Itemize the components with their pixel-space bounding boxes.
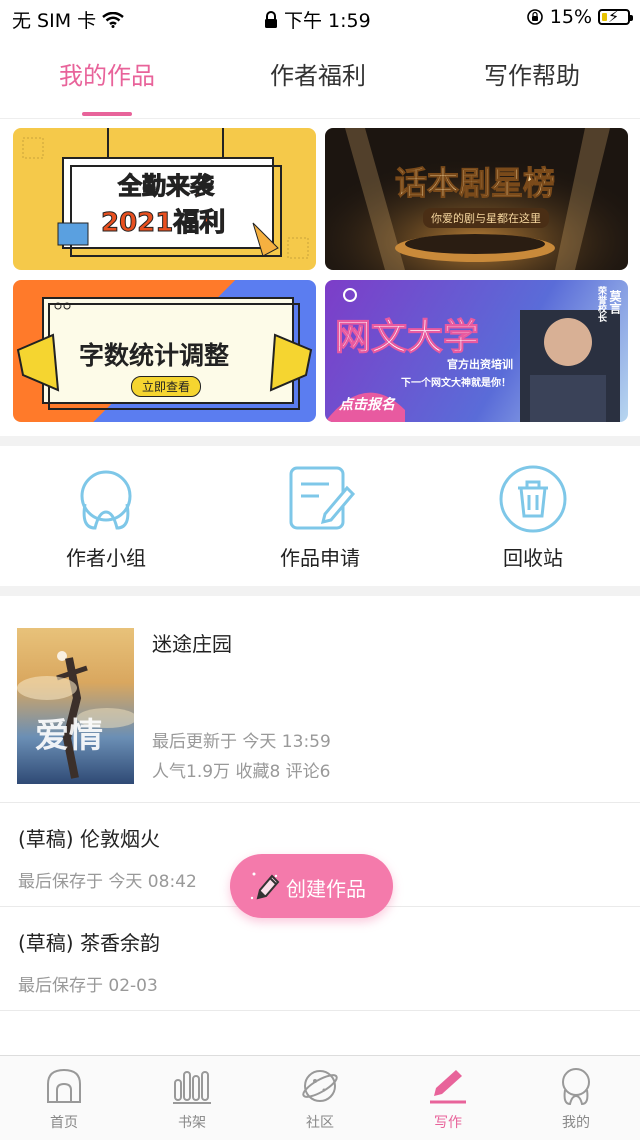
quick-recycle-bin[interactable]: 回收站 [463, 464, 603, 571]
banner-attendance[interactable]: 全勤来袭 2021福利 [13, 128, 316, 270]
work-cover-image: 爱情 [17, 628, 134, 784]
draft-saved-time: 最后保存于 02-03 [18, 976, 158, 996]
section-separator [0, 586, 640, 596]
orientation-lock-icon [526, 9, 543, 25]
banner-attendance-line2: 2021福利 [100, 208, 226, 239]
create-work-label: 创建作品 [286, 877, 366, 901]
draft-saved-time: 最后保存于 今天 08:42 [18, 872, 197, 892]
nav-bookshelf[interactable]: 书架 [128, 1066, 256, 1132]
work-updated: 最后更新于 今天 13:59 [152, 732, 331, 752]
status-bar: 无 SIM 卡 下午 1:59 15% ⚡ [0, 0, 640, 36]
nav-home-label: 首页 [50, 1115, 78, 1131]
nav-profile[interactable]: 我的 [512, 1066, 640, 1132]
home-icon [47, 1068, 81, 1103]
work-item[interactable]: 爱情 迷途庄园 最后更新于 今天 13:59 人气1.9万 收藏8 评论6 [0, 596, 640, 803]
banner-univ-sub1: 官方出资培训 [447, 358, 513, 371]
nav-home[interactable]: 首页 [0, 1066, 128, 1132]
top-tabs: 我的作品 作者福利 写作帮助 [0, 36, 640, 119]
clock-label: 下午 1:59 [284, 10, 371, 32]
tab-writing-help[interactable]: 写作帮助 [442, 56, 622, 91]
quick-author-group[interactable]: 作者小组 [36, 464, 176, 571]
banner-word-count-button[interactable]: 立即查看 [131, 376, 202, 397]
banner-web-novel-univ[interactable]: 网文大学 官方出资培训 下一个网文大神就是你！ 点击报名 荣誉校长 莫言 [325, 280, 628, 422]
banner-word-count[interactable]: 字数统计调整 立即查看 [13, 280, 316, 422]
banner-univ-cta[interactable]: 点击报名 [339, 394, 395, 414]
carrier-label: 无 SIM 卡 [12, 10, 97, 32]
write-icon [430, 1070, 466, 1104]
quick-work-apply-label: 作品申请 [280, 546, 360, 570]
status-right: 15% ⚡ [526, 6, 633, 28]
tab-author-benefits[interactable]: 作者福利 [228, 56, 408, 91]
bottom-nav: 首页 书架 社区 写作 我的 [0, 1055, 640, 1140]
status-center: 下午 1:59 [264, 6, 371, 33]
banner-drama-title: 话本剧星榜 [394, 164, 556, 203]
quick-work-apply[interactable]: 作品申请 [250, 464, 390, 571]
banner-drama-subtitle: 你爱的剧与星都在这里 [423, 208, 549, 228]
status-left: 无 SIM 卡 [12, 6, 124, 33]
wifi-icon [102, 11, 124, 28]
banner-univ-name: 莫言 [608, 290, 622, 314]
work-apply-icon [285, 464, 356, 534]
tab-my-works[interactable]: 我的作品 [17, 56, 197, 91]
draft-title: (草稿) 茶香余韵 [18, 931, 160, 955]
recycle-bin-icon [498, 464, 568, 534]
author-group-icon [71, 464, 141, 534]
work-title: 迷途庄园 [152, 632, 232, 656]
nav-profile-label: 我的 [562, 1115, 590, 1131]
lock-icon [265, 10, 277, 28]
banner-word-count-title: 字数统计调整 [79, 341, 230, 370]
nav-write-label: 写作 [434, 1115, 462, 1131]
banner-attendance-line1: 全勤来袭 [118, 172, 215, 201]
banner-univ-sub2: 下一个网文大神就是你！ [401, 378, 511, 389]
banner-univ-title: 网文大学 [334, 317, 480, 359]
banner-drama-ranking[interactable]: 话本剧星榜 你爱的剧与星都在这里 [325, 128, 628, 270]
quick-actions: 作者小组 作品申请 回收站 [0, 446, 640, 586]
nav-bookshelf-label: 书架 [178, 1115, 206, 1131]
nav-community[interactable]: 社区 [256, 1066, 384, 1132]
profile-icon [562, 1068, 590, 1106]
draft-item[interactable]: (草稿) 茶香余韵 最后保存于 02-03 [0, 907, 640, 1011]
quick-recycle-bin-label: 回收站 [503, 546, 563, 570]
create-work-button[interactable]: 创建作品 [230, 854, 393, 918]
draft-title: (草稿) 伦敦烟火 [18, 827, 160, 851]
work-stats: 人气1.9万 收藏8 评论6 [152, 762, 331, 782]
nav-write[interactable]: 写作 [384, 1066, 512, 1132]
section-separator [0, 436, 640, 446]
active-tab-indicator [82, 112, 132, 116]
community-icon [302, 1070, 338, 1102]
bookshelf-icon [173, 1071, 211, 1104]
battery-icon: ⚡ [598, 8, 633, 26]
pencil-icon [250, 872, 280, 900]
work-cover-title: 爱情 [35, 716, 103, 756]
nav-community-label: 社区 [306, 1115, 334, 1131]
quick-author-group-label: 作者小组 [66, 546, 146, 570]
battery-percent: 15% [549, 6, 592, 28]
